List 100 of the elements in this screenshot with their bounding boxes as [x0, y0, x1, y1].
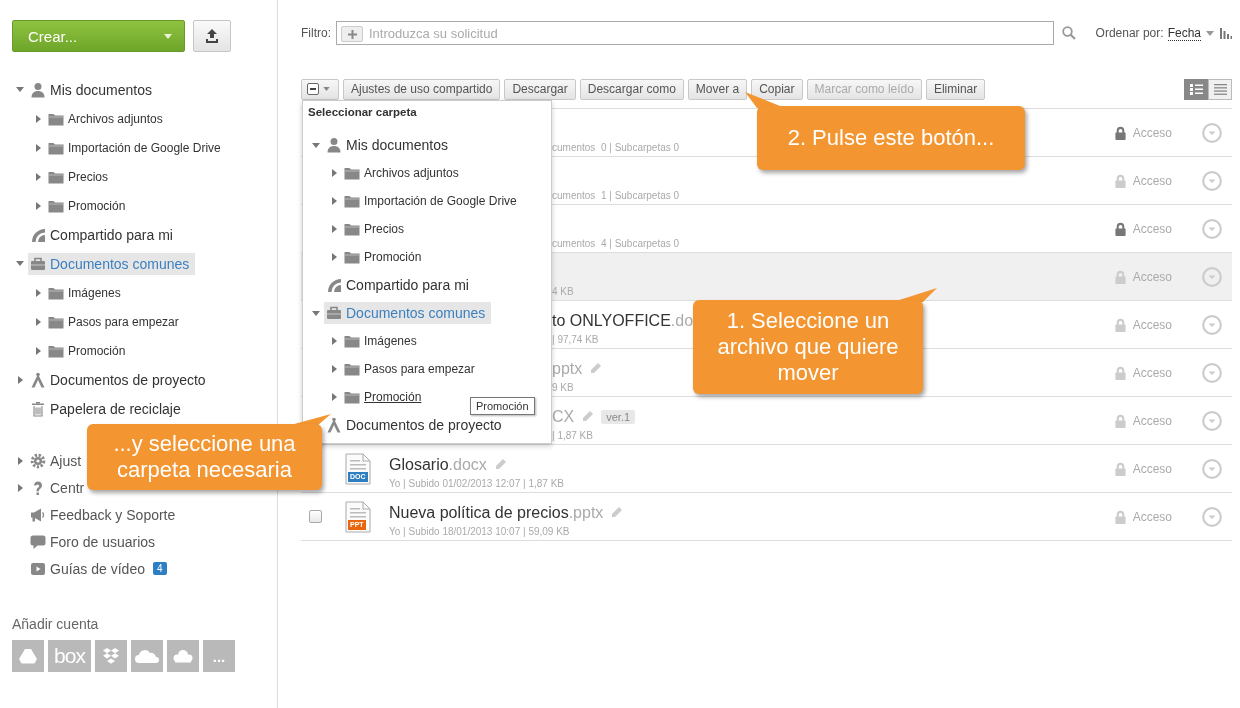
boxes-logo-icon	[102, 648, 120, 664]
list-view-button[interactable]	[1208, 78, 1232, 100]
checkbox[interactable]	[308, 510, 322, 523]
sidebar-link[interactable]: Ajust	[28, 452, 82, 469]
file-name[interactable]: Nueva política de precios.pptx	[389, 503, 604, 522]
search-field[interactable]: Introduzca su solicitud	[336, 21, 1054, 45]
expand-arrow-icon[interactable]	[35, 317, 41, 326]
expand-arrow-icon[interactable]	[35, 288, 41, 297]
speech-bubble-icon	[30, 533, 46, 550]
sort-field-link[interactable]: Fecha	[1167, 25, 1201, 41]
expand-arrow-icon[interactable]	[331, 337, 337, 345]
add-account-label: Añadir cuenta	[12, 616, 100, 632]
folder-icon	[344, 222, 360, 236]
expand-arrow-icon[interactable]	[331, 169, 337, 177]
compass-icon	[30, 371, 46, 388]
folder-tree-item[interactable]: Pasos para empezar	[342, 359, 481, 379]
sidebar-link[interactable]: Foro de usuarios	[28, 533, 156, 550]
file-details: | 97,74 KB	[552, 333, 600, 345]
toolbar-button[interactable]: Ajustes de uso compartido	[343, 78, 501, 100]
folder-tree-item[interactable]: Papelera de reciclaje	[28, 397, 187, 420]
expand-arrow-icon[interactable]	[331, 365, 337, 373]
sidebar-link[interactable]: Feedback y Soporte	[28, 506, 176, 523]
shared-icon	[326, 277, 342, 293]
expand-arrow-icon[interactable]	[17, 483, 23, 492]
upload-icon	[205, 29, 219, 43]
file-details: Yo | Subido 01/02/2013 12:07 | 1,87 KB	[389, 477, 564, 489]
toolbar-button[interactable]: Descargar	[504, 78, 576, 100]
cloud-icon	[135, 649, 159, 663]
folder-tree-item[interactable]: Precios	[46, 166, 114, 187]
toolbar-button[interactable]: Descargar como	[579, 78, 684, 100]
folder-tree-item[interactable]: Pasos para empezar	[46, 311, 185, 332]
briefcase-icon	[30, 255, 46, 272]
sidebar-link[interactable]: Centr	[28, 479, 85, 496]
toolbar-button[interactable]: Copiar	[751, 78, 803, 100]
callout-tooltip: 1. Seleccione un archivo que quiere mover	[693, 300, 923, 394]
expand-arrow-icon[interactable]	[331, 225, 337, 233]
expand-arrow-icon[interactable]	[331, 393, 337, 401]
file-details: 9 KB	[552, 381, 575, 393]
folder-icon	[48, 111, 64, 126]
expand-arrow-icon[interactable]	[35, 346, 41, 355]
folder-icon	[48, 314, 64, 329]
folder-icon	[48, 285, 64, 300]
search-icon[interactable]	[1061, 26, 1076, 40]
toolbar-button[interactable]: Mover a	[687, 78, 748, 100]
expand-arrow-icon[interactable]	[331, 253, 337, 261]
toolbar-button[interactable]: Eliminar	[925, 78, 986, 100]
file-details: cumentos 1 | Subcarpetas 0	[552, 189, 680, 201]
caret-icon[interactable]	[1206, 30, 1214, 36]
file-name[interactable]: Glosario.docx	[389, 455, 487, 474]
file-details: Yo | Subido 18/01/2013 10:07 | 59,09 KB	[389, 525, 571, 537]
folder-tree-item[interactable]: Imágenes	[46, 282, 127, 303]
plus-icon	[347, 29, 357, 39]
sort-order-icon[interactable]	[1220, 27, 1232, 39]
folder-tree-item[interactable]: Documentos de proyecto	[28, 368, 212, 391]
caret-icon	[323, 87, 330, 91]
expand-arrow-icon[interactable]	[17, 375, 23, 384]
list-icon	[1213, 83, 1227, 95]
folder-tree-item[interactable]: Importación de Google Drive	[46, 137, 227, 158]
add-filter-button[interactable]	[341, 26, 363, 42]
compass-icon	[326, 417, 342, 433]
briefcase-icon	[326, 305, 342, 321]
folder-tree-item[interactable]: Imágenes	[342, 331, 423, 351]
folder-tree-item[interactable]: Mis documentos	[28, 78, 158, 101]
expand-arrow-icon[interactable]	[35, 172, 41, 181]
upload-button[interactable]	[193, 20, 231, 52]
expand-arrow-icon[interactable]	[35, 143, 41, 152]
folder-icon	[48, 343, 64, 358]
folder-tree-item[interactable]: Promoción	[46, 340, 132, 361]
file-name[interactable]: to ONLYOFFICE.do	[552, 311, 694, 330]
folder-icon	[344, 362, 360, 376]
file-details: | 1,87 KB	[552, 429, 594, 441]
folder-tree-item[interactable]: Compartido para mi	[324, 274, 475, 296]
caret-icon	[164, 33, 172, 39]
folder-tree-item[interactable]: Compartido para mi	[28, 223, 179, 246]
file-details: cumentos 4 | Subcarpetas 0	[552, 237, 680, 249]
folder-tree-item[interactable]: Archivos adjuntos	[342, 163, 465, 183]
select-dropdown[interactable]	[301, 78, 339, 100]
folder-icon	[344, 334, 360, 348]
tooltip: Promoción	[470, 397, 535, 415]
collapse-arrow-icon[interactable]	[312, 142, 320, 148]
sort-label: Ordenar por:	[1095, 26, 1164, 40]
collapse-arrow-icon[interactable]	[16, 261, 24, 266]
person-icon	[30, 81, 46, 98]
collapse-arrow-icon[interactable]	[16, 87, 24, 92]
folder-tree-item[interactable]: Archivos adjuntos	[46, 108, 169, 129]
folder-tree-item[interactable]: Precios	[342, 219, 410, 239]
detailed-view-button[interactable]	[1184, 78, 1208, 100]
folder-tree-item[interactable]: Promoción	[46, 195, 132, 216]
folder-tree-item[interactable]: Mis documentos	[324, 134, 454, 156]
sidebar-link[interactable]: Guías de vídeo	[28, 560, 145, 577]
expand-arrow-icon[interactable]	[17, 456, 23, 465]
callout-tooltip: 2. Pulse este botón...	[757, 106, 1025, 170]
expand-arrow-icon[interactable]	[35, 201, 41, 210]
expand-arrow-icon[interactable]	[331, 197, 337, 205]
callout-tooltip: ...y seleccione una carpeta necesaria	[87, 424, 322, 490]
video-icon	[30, 560, 46, 577]
collapse-arrow-icon[interactable]	[312, 310, 320, 316]
folder-icon	[344, 194, 360, 208]
file-details: 4 KB	[552, 285, 574, 297]
expand-arrow-icon[interactable]	[35, 114, 41, 123]
